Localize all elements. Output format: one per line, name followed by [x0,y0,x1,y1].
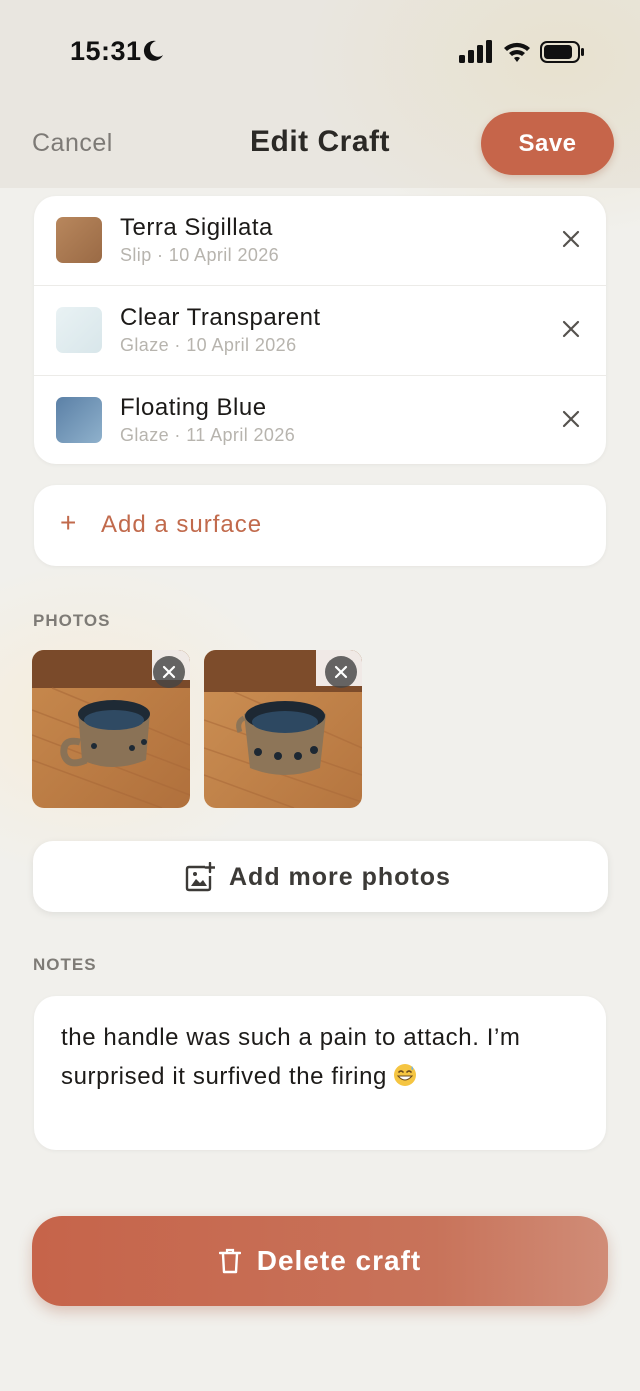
close-icon[interactable] [561,409,581,429]
status-bar: 15:31 [0,0,640,100]
surface-row[interactable]: Terra Sigillata Slip · 10 April 2026 [34,196,606,286]
surface-swatch [56,217,102,263]
close-icon[interactable] [561,229,581,249]
wifi-icon [504,42,530,62]
grinning-sweat-emoji-icon [394,1064,416,1086]
remove-photo-button[interactable] [325,656,357,688]
plus-icon: + [60,507,77,538]
surface-swatch [56,397,102,443]
save-button[interactable]: Save [481,112,614,175]
notes-text: the handle was such a pain to attach. I’… [61,1024,521,1090]
close-icon [334,665,348,679]
surface-row[interactable]: Clear Transparent Glaze · 10 April 2026 [34,286,606,376]
delete-craft-button[interactable]: Delete craft [32,1216,608,1306]
surface-meta: Slip · 10 April 2026 [120,245,280,265]
add-surface-button[interactable]: + Add a surface [34,485,606,566]
photos-section-label: PHOTOS [33,611,111,630]
signal-icon [459,40,492,63]
surface-name: Terra Sigillata [120,214,273,241]
close-icon[interactable] [561,319,581,339]
add-more-photos-button[interactable]: Add more photos [33,841,608,912]
notes-section-label: NOTES [33,955,97,974]
battery-icon [540,41,584,63]
remove-photo-button[interactable] [153,656,185,688]
delete-craft-label: Delete craft [256,1245,422,1276]
trash-icon [218,1248,241,1274]
close-icon [162,665,176,679]
surface-name: Clear Transparent [120,304,321,331]
navigation-bar: Cancel Edit Craft Save [0,110,640,180]
surface-swatch [56,307,102,353]
status-time: 15:31 [70,36,142,66]
surfaces-list: Terra Sigillata Slip · 10 April 2026 Cle… [34,196,606,464]
moon-icon [143,40,163,61]
surface-name: Floating Blue [120,394,267,421]
add-surface-label: Add a surface [101,511,263,538]
notes-field[interactable]: the handle was such a pain to attach. I’… [34,996,606,1150]
surface-meta: Glaze · 11 April 2026 [120,425,296,445]
add-photo-icon [185,862,215,892]
edit-craft-screen: 15:31 Cancel Edit Craft Save Terra Sigil… [0,0,640,1391]
surface-meta: Glaze · 10 April 2026 [120,335,297,355]
notes-text-wrapper: the handle was such a pain to attach. I’… [61,1018,586,1096]
photo-thumbnail[interactable] [32,650,190,808]
add-more-photos-label: Add more photos [229,863,451,891]
photo-thumbnail[interactable] [204,650,362,808]
surface-row[interactable]: Floating Blue Glaze · 11 April 2026 [34,376,606,464]
